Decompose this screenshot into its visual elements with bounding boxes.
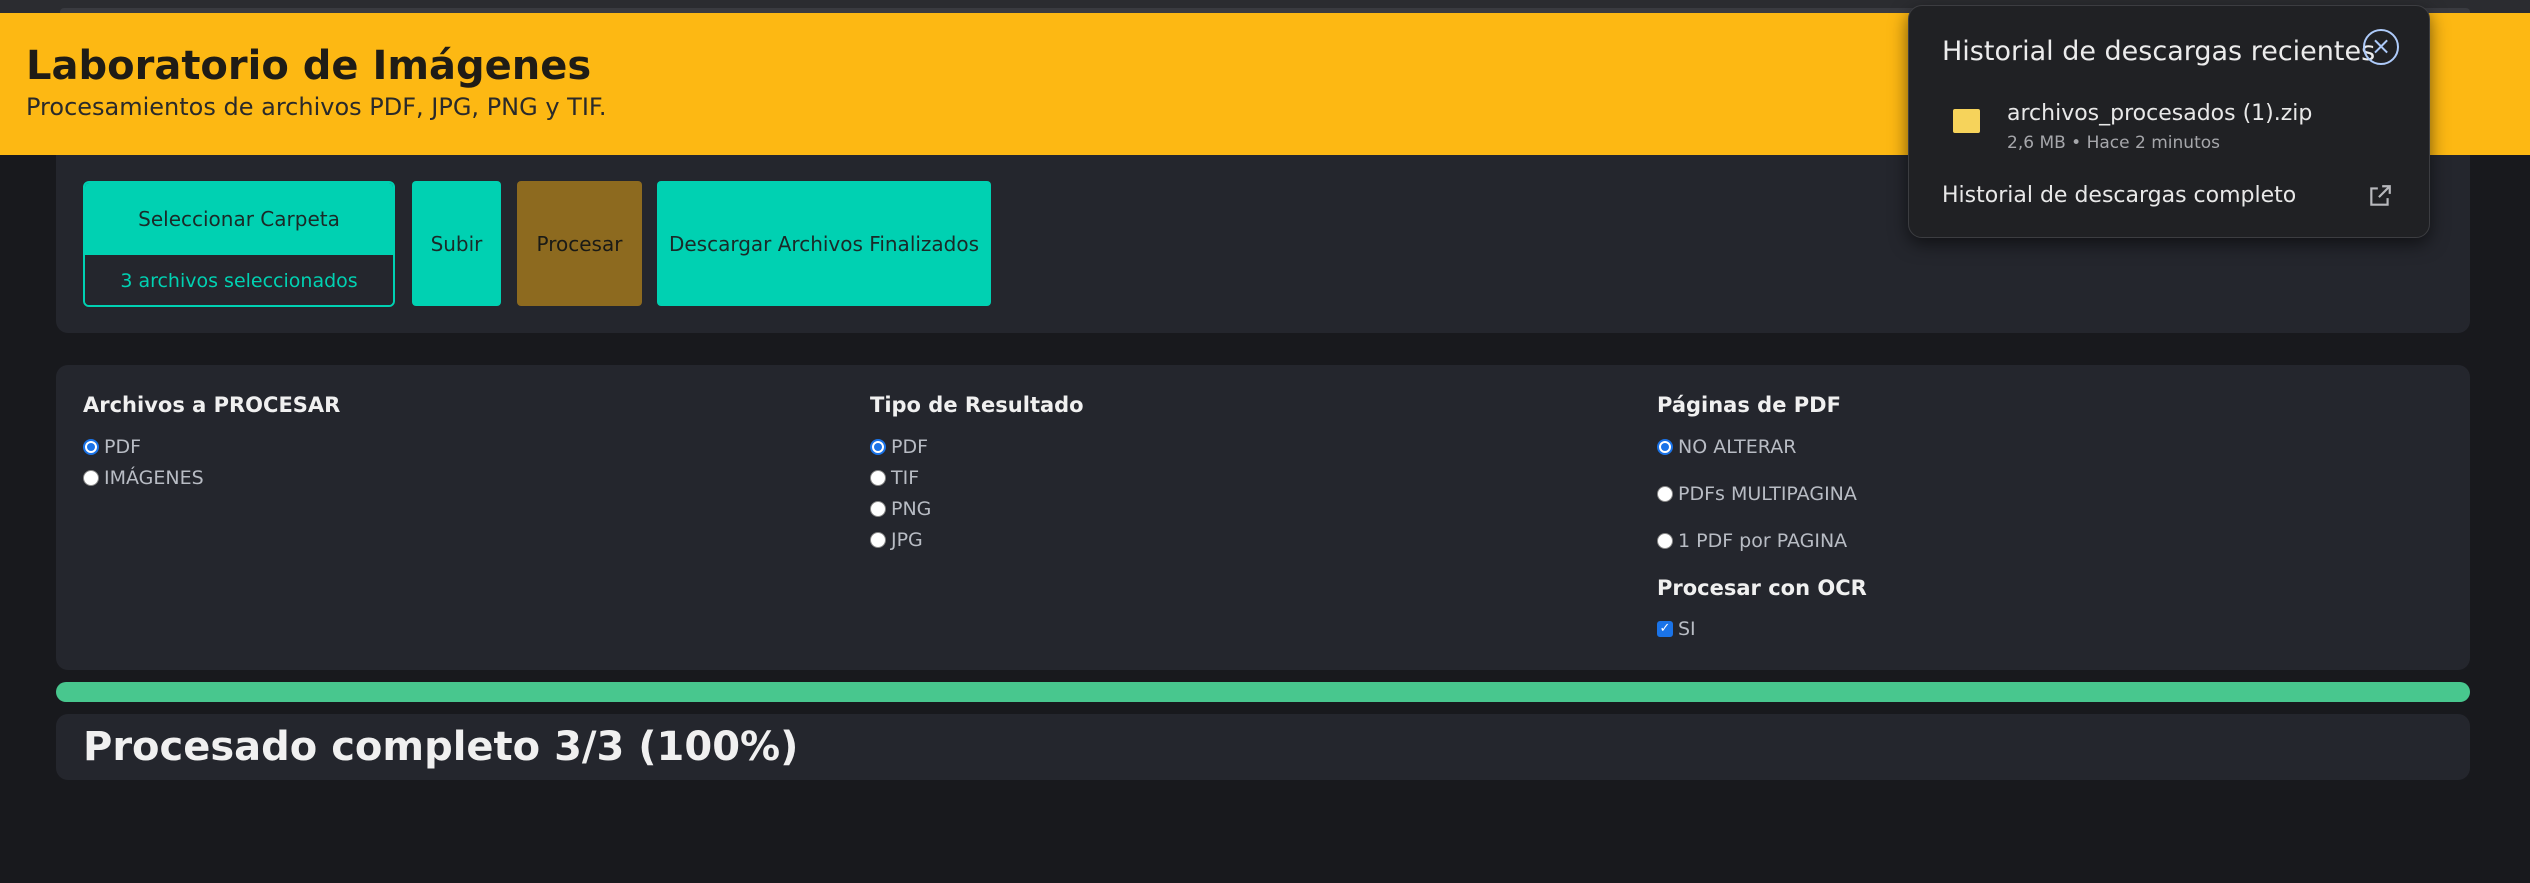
external-link-icon[interactable] [2367,183,2393,209]
folder-selector: Seleccionar Carpeta 3 archivos seleccion… [83,181,395,307]
result-group-title: Tipo de Resultado [870,393,1084,417]
ocr-checkbox[interactable]: ✓ [1657,621,1673,637]
radio-result-png[interactable] [870,501,886,517]
pages-option-multipagina-label: PDFs MULTIPAGINA [1678,483,1857,505]
download-finished-button[interactable]: Descargar Archivos Finalizados [657,181,991,306]
files-group-title: Archivos a PROCESAR [83,393,341,417]
result-option-pdf-label: PDF [891,436,929,458]
status-text: Procesado completo 3/3 (100%) [83,724,799,770]
file-icon [1953,109,1980,133]
pages-option-no-alterar-label: NO ALTERAR [1678,436,1797,458]
radio-result-pdf[interactable] [870,439,886,455]
result-option-jpg[interactable]: JPG [870,529,923,551]
radio-result-jpg[interactable] [870,532,886,548]
files-option-images[interactable]: IMÁGENES [83,467,204,489]
pages-option-one-per-page-label: 1 PDF por PAGINA [1678,530,1848,552]
downloads-popup-title: Historial de descargas recientes [1942,36,2376,67]
result-option-png-label: PNG [891,498,932,520]
radio-pdf[interactable] [83,439,99,455]
ocr-option-si-label: SI [1678,618,1696,640]
page-subtitle: Procesamientos de archivos PDF, JPG, PNG… [26,93,607,121]
result-option-pdf[interactable]: PDF [870,436,928,458]
process-button[interactable]: Procesar [517,181,642,306]
files-option-pdf[interactable]: PDF [83,436,141,458]
radio-one-per-page[interactable] [1657,533,1673,549]
files-option-pdf-label: PDF [104,436,142,458]
full-download-history-link[interactable]: Historial de descargas completo [1942,183,2296,208]
select-folder-button[interactable]: Seleccionar Carpeta [85,183,393,255]
radio-images[interactable] [83,470,99,486]
result-option-tif-label: TIF [891,467,920,489]
pages-option-no-alterar[interactable]: NO ALTERAR [1657,436,1796,458]
progress-bar [56,682,2470,702]
download-file-name[interactable]: archivos_procesados (1).zip [2007,101,2312,126]
selected-files-count: 3 archivos seleccionados [85,255,393,305]
options-panel [56,365,2470,670]
radio-multipagina[interactable] [1657,486,1673,502]
ocr-option-si[interactable]: ✓ SI [1657,618,1696,640]
radio-result-tif[interactable] [870,470,886,486]
result-option-png[interactable]: PNG [870,498,931,520]
radio-no-alterar[interactable] [1657,439,1673,455]
pages-option-one-per-page[interactable]: 1 PDF por PAGINA [1657,530,1847,552]
pages-option-multipagina[interactable]: PDFs MULTIPAGINA [1657,483,1857,505]
ocr-group-title: Procesar con OCR [1657,576,1867,600]
result-option-tif[interactable]: TIF [870,467,919,489]
downloads-popup: Historial de descargas recientes × archi… [1908,5,2430,238]
download-file-meta: 2,6 MB • Hace 2 minutos [2007,133,2220,153]
files-option-images-label: IMÁGENES [104,467,204,489]
pages-group-title: Páginas de PDF [1657,393,1841,417]
status-panel: Procesado completo 3/3 (100%) [56,714,2470,780]
page-title: Laboratorio de Imágenes [26,43,592,89]
result-option-jpg-label: JPG [891,529,923,551]
upload-button[interactable]: Subir [412,181,501,306]
close-icon[interactable]: × [2363,29,2399,65]
